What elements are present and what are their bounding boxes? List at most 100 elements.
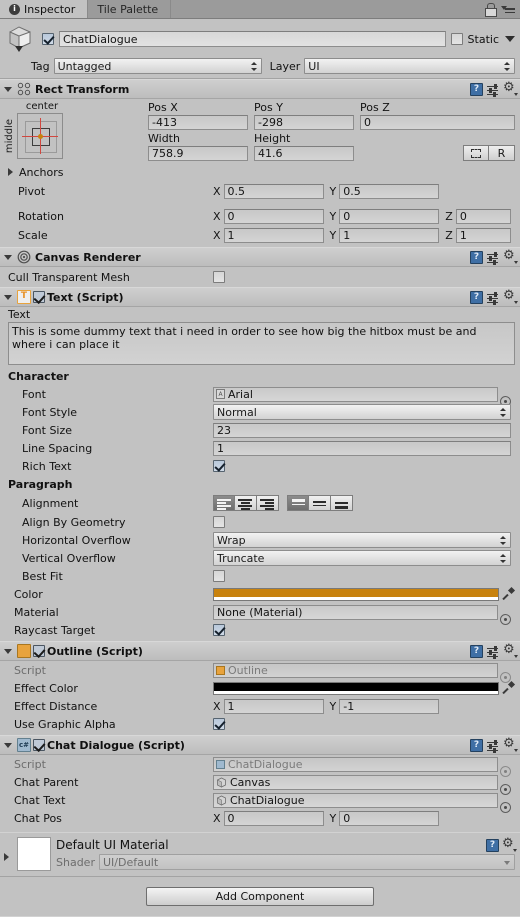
chat-parent-picker-icon[interactable]: [500, 784, 511, 795]
gear-icon[interactable]: [503, 737, 518, 752]
material-row: Material None (Material): [8, 603, 515, 625]
help-icon[interactable]: ?: [486, 839, 499, 852]
eyedropper-icon[interactable]: [501, 681, 515, 695]
gear-icon[interactable]: [502, 837, 517, 852]
text-value-textarea[interactable]: This is some dummy text that i need in o…: [8, 322, 515, 365]
preset-icon[interactable]: [487, 645, 500, 659]
raycast-target-checkbox[interactable]: [213, 624, 225, 636]
scale-label: Scale: [18, 229, 48, 242]
chat-parent-object-field[interactable]: Canvas: [213, 774, 498, 790]
foldout-text-script[interactable]: [4, 294, 12, 300]
pivot-y-input[interactable]: 0.5: [339, 183, 440, 199]
align-right-button[interactable]: [257, 495, 279, 511]
help-icon[interactable]: ?: [470, 291, 483, 304]
gear-icon[interactable]: [503, 249, 518, 264]
use-graphic-alpha-checkbox[interactable]: [213, 718, 225, 730]
preset-icon[interactable]: [487, 739, 500, 753]
foldout-material-preview[interactable]: [4, 853, 9, 861]
anchor-preset-widget[interactable]: [17, 113, 63, 159]
eyedropper-icon[interactable]: [501, 587, 515, 601]
material-object-field[interactable]: None (Material): [213, 604, 498, 620]
foldout-anchors[interactable]: [8, 168, 13, 176]
anchors-foldout-row[interactable]: Anchors: [4, 163, 515, 181]
scale-z-input[interactable]: 1: [455, 228, 511, 243]
font-object-field[interactable]: A Arial: [213, 386, 498, 402]
font-style-dropdown[interactable]: Normal: [213, 404, 511, 420]
preset-icon[interactable]: [487, 83, 500, 97]
scale-x-input[interactable]: 1: [223, 228, 324, 243]
align-middle-button[interactable]: [309, 495, 331, 511]
font-size-input[interactable]: 23: [213, 422, 511, 438]
preset-icon[interactable]: [487, 251, 500, 265]
align-top-button[interactable]: [287, 495, 309, 511]
help-icon[interactable]: ?: [470, 251, 483, 264]
pos-z-input[interactable]: 0: [360, 115, 515, 130]
component-header-outline-script[interactable]: Outline (Script) ?: [0, 641, 520, 661]
align-left-button[interactable]: [213, 495, 235, 511]
chevron-updown-icon: [250, 61, 258, 71]
raw-edit-mode-button[interactable]: R: [489, 145, 515, 161]
effect-distance-x-input[interactable]: 1: [223, 698, 324, 714]
chat-dialogue-enable-checkbox[interactable]: [33, 739, 45, 751]
text-script-enable-checkbox[interactable]: [33, 291, 45, 303]
gameobject-name-input[interactable]: ChatDialogue: [59, 31, 446, 47]
chat-pos-x-input[interactable]: 0: [223, 810, 324, 826]
blueprint-mode-button[interactable]: [463, 145, 489, 161]
effect-color-swatch[interactable]: [213, 681, 499, 695]
pos-x-label: Pos X: [148, 101, 178, 114]
character-section-header: Character: [8, 370, 69, 383]
component-header-text-script[interactable]: T Text (Script) ?: [0, 287, 520, 307]
rotation-z-input[interactable]: 0: [455, 209, 511, 224]
add-component-button[interactable]: Add Component: [146, 887, 374, 906]
pos-x-input[interactable]: -413: [148, 115, 248, 130]
gameobject-header: ChatDialogue Static Tag Untagged Layer U…: [0, 19, 520, 79]
cull-transparent-mesh-checkbox[interactable]: [213, 271, 225, 283]
vertical-overflow-dropdown[interactable]: Truncate: [213, 550, 511, 566]
rotation-y-input[interactable]: 0: [339, 209, 440, 224]
chat-pos-y-input[interactable]: 0: [339, 810, 440, 826]
width-input[interactable]: 758.9: [148, 146, 248, 161]
best-fit-checkbox[interactable]: [213, 570, 225, 582]
pos-y-input[interactable]: -298: [254, 115, 354, 130]
text-color-swatch[interactable]: [213, 587, 499, 601]
tab-inspector[interactable]: i Inspector: [0, 0, 89, 18]
component-header-rect-transform[interactable]: Rect Transform ?: [0, 79, 520, 99]
hamburger-menu-icon[interactable]: [501, 4, 515, 14]
chat-text-object-field[interactable]: ChatDialogue: [213, 792, 498, 808]
line-spacing-input[interactable]: 1: [213, 440, 511, 456]
foldout-canvas-renderer[interactable]: [4, 254, 12, 260]
gear-icon[interactable]: [503, 289, 518, 304]
gameobject-active-checkbox[interactable]: [42, 33, 54, 45]
static-checkbox[interactable]: [450, 33, 463, 45]
outline-script-enable-checkbox[interactable]: [33, 645, 45, 657]
gear-icon[interactable]: [503, 81, 518, 96]
align-center-button[interactable]: [235, 495, 257, 511]
gear-icon[interactable]: [503, 643, 518, 658]
static-dropdown-icon[interactable]: [505, 36, 515, 42]
scale-y-input[interactable]: 1: [339, 228, 440, 243]
component-header-chat-dialogue-script[interactable]: c# Chat Dialogue (Script) ?: [0, 735, 520, 755]
pivot-x-input[interactable]: 0.5: [223, 183, 324, 199]
tag-dropdown[interactable]: Untagged: [53, 58, 262, 74]
height-input[interactable]: 41.6: [254, 146, 354, 161]
rich-text-checkbox[interactable]: [213, 460, 225, 472]
foldout-rect-transform[interactable]: [4, 86, 12, 92]
tab-tile-palette[interactable]: Tile Palette: [88, 0, 172, 18]
align-bottom-button[interactable]: [331, 495, 353, 511]
chat-text-picker-icon[interactable]: [500, 802, 511, 813]
horizontal-overflow-dropdown[interactable]: Wrap: [213, 532, 511, 548]
lock-icon[interactable]: [485, 3, 497, 17]
rotation-x-input[interactable]: 0: [223, 209, 324, 224]
shader-dropdown[interactable]: UI/Default: [98, 854, 515, 870]
layer-dropdown[interactable]: UI: [304, 58, 515, 74]
foldout-outline-script[interactable]: [4, 648, 12, 654]
component-header-canvas-renderer[interactable]: Canvas Renderer ?: [0, 247, 520, 267]
help-icon[interactable]: ?: [470, 645, 483, 658]
foldout-chat-dialogue-script[interactable]: [4, 742, 12, 748]
align-by-geometry-checkbox[interactable]: [213, 516, 225, 528]
help-icon[interactable]: ?: [470, 83, 483, 96]
help-icon[interactable]: ?: [470, 739, 483, 752]
material-picker-icon[interactable]: [500, 614, 511, 625]
effect-distance-y-input[interactable]: -1: [339, 698, 440, 714]
preset-icon[interactable]: [487, 291, 500, 305]
